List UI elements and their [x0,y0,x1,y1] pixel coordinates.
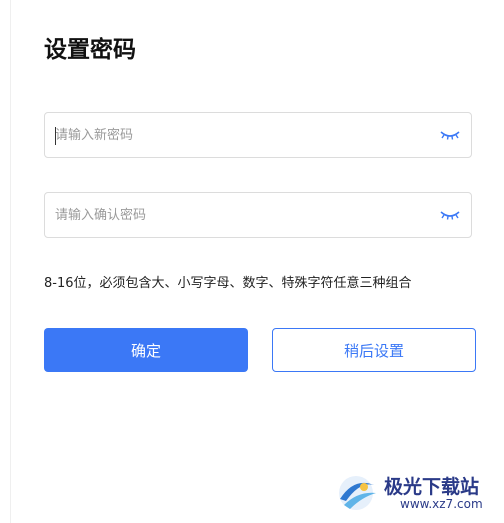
text-cursor [55,127,56,145]
watermark-logo-icon [339,476,376,510]
site-watermark: 极光下载站 www.xz7.com [334,471,494,515]
confirm-password-field[interactable] [44,192,472,238]
new-password-input[interactable] [55,113,425,157]
set-later-button[interactable]: 稍后设置 [272,328,476,372]
password-panel [10,0,504,523]
eye-closed-icon[interactable] [439,207,461,223]
confirm-password-input[interactable] [55,193,425,237]
confirm-button[interactable]: 确定 [44,328,248,372]
password-rule-hint: 8-16位，必须包含大、小写字母、数字、特殊字符任意三种组合 [44,276,412,291]
watermark-name: 极光下载站 [384,476,480,498]
new-password-field[interactable] [44,112,472,158]
page-title: 设置密码 [44,37,136,63]
eye-closed-icon[interactable] [439,127,461,143]
watermark-url: www.xz7.com [400,497,483,511]
